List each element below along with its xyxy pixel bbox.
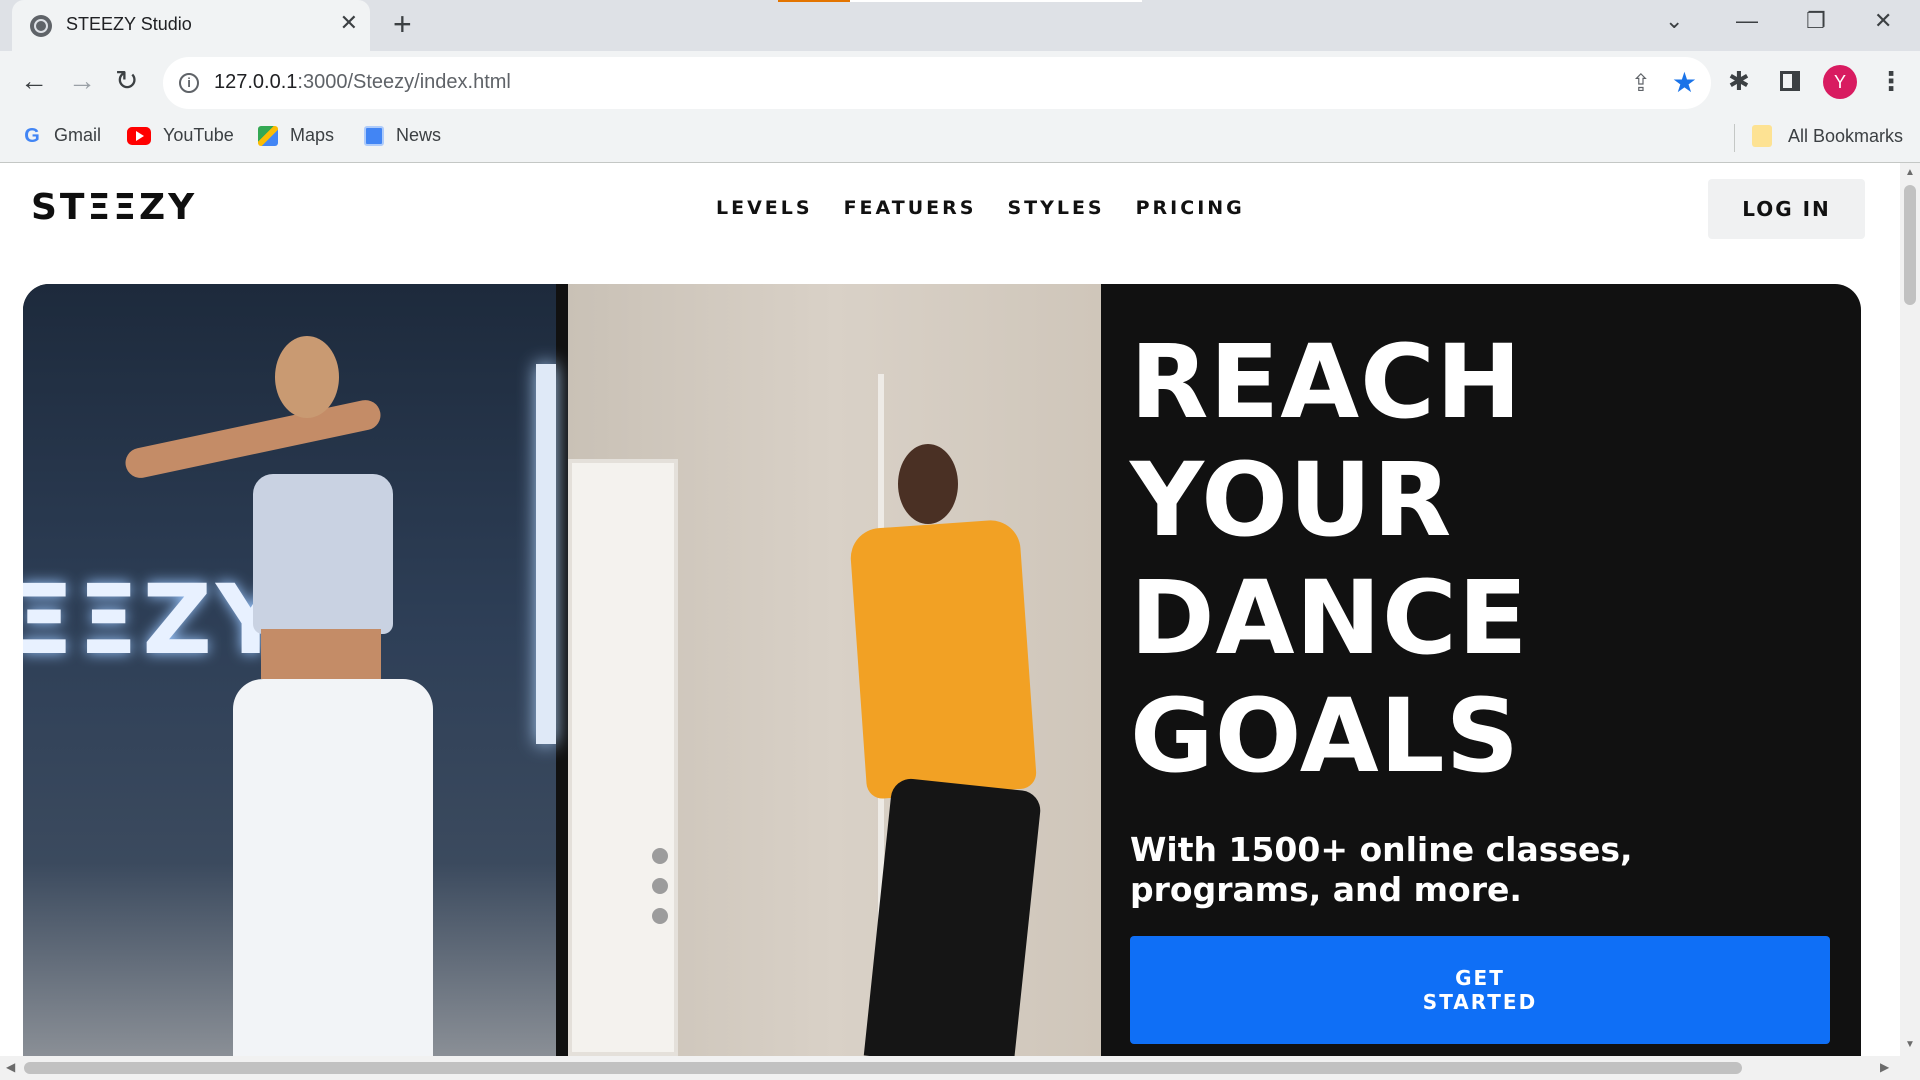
reload-icon[interactable]: ↻ <box>115 65 138 97</box>
url-host: 127.0.0.1 <box>214 71 298 93</box>
nav-link-pricing[interactable]: PRICING <box>1136 197 1245 219</box>
scroll-down-arrow-icon[interactable]: ▼ <box>1905 1039 1915 1050</box>
tab-title: STEEZY Studio <box>66 14 192 34</box>
tab-search-icon[interactable]: ⌄ <box>1665 8 1683 34</box>
nav-link-features[interactable]: FEATUERS <box>844 197 977 219</box>
dancer-torso <box>261 629 381 679</box>
url-text[interactable]: 127.0.0.1:3000/Steezy/index.html <box>214 71 511 94</box>
browser-toolbar: ← → ↻ i 127.0.0.1:3000/Steezy/index.html… <box>0 51 1920 114</box>
share-icon[interactable]: ⇪ <box>1631 69 1651 98</box>
dancer-shirt <box>848 518 1038 800</box>
new-tab-button[interactable]: + <box>393 8 412 40</box>
page-viewport: STΞΞZY LEVELS FEATUERS STYLES PRICING LO… <box>0 163 1900 1056</box>
window-close-icon[interactable]: ✕ <box>1874 8 1892 34</box>
side-panel-icon[interactable] <box>1780 71 1800 91</box>
bookmark-gmail[interactable]: G Gmail <box>22 125 101 146</box>
bookmark-label: Gmail <box>54 125 102 145</box>
bookmark-youtube[interactable]: YouTube <box>127 125 234 146</box>
restore-icon[interactable]: ❐ <box>1806 8 1826 34</box>
scroll-up-arrow-icon[interactable]: ▲ <box>1905 167 1915 178</box>
hero-headline: REACH YOUR DANCE GOALS <box>1130 323 1529 796</box>
dancer-top <box>253 474 393 634</box>
site-info-icon[interactable]: i <box>179 73 199 93</box>
all-bookmarks-label: All Bookmarks <box>1788 125 1904 146</box>
folder-icon <box>1752 125 1772 147</box>
horizontal-scroll-thumb[interactable] <box>24 1062 1742 1074</box>
door-knob <box>652 908 668 924</box>
bookmark-label: YouTube <box>163 125 234 145</box>
hero-video-home[interactable] <box>568 284 1101 1056</box>
get-started-button[interactable]: GET STARTED <box>1130 936 1830 1044</box>
dancer-head <box>275 336 339 418</box>
scroll-left-arrow-icon[interactable]: ◀ <box>6 1060 15 1074</box>
news-icon <box>364 125 384 146</box>
loading-progress-track <box>850 0 1142 2</box>
door-hinge <box>652 878 668 894</box>
minimize-icon[interactable]: — <box>1736 8 1758 34</box>
login-button[interactable]: LOG IN <box>1708 179 1865 239</box>
hero-video-studio[interactable]: ΞΞZY <box>23 284 556 1056</box>
hero-subheadline: With 1500+ online classes, programs, and… <box>1130 830 1633 909</box>
bookmark-maps[interactable]: Maps <box>258 125 334 146</box>
url-path: :3000/Steezy/index.html <box>297 71 511 93</box>
horizontal-scrollbar[interactable]: ◀ ▶ <box>0 1056 1920 1080</box>
bookmarks-divider <box>1734 124 1735 152</box>
hero-section: ΞΞZY REACH YOUR DANCE GOALS With 1500+ o… <box>23 284 1861 1056</box>
profile-avatar[interactable]: Y <box>1823 65 1857 99</box>
bookmarks-bar: G Gmail YouTube Maps News All Bookmarks <box>0 114 1920 163</box>
active-tab[interactable]: STEEZY Studio ✕ <box>12 0 370 51</box>
studio-light <box>536 364 556 744</box>
site-nav: LEVELS FEATUERS STYLES PRICING <box>716 197 1245 219</box>
tab-close-icon[interactable]: ✕ <box>340 11 358 35</box>
vertical-scrollbar[interactable]: ▲ ▼ <box>1900 163 1920 1056</box>
hero-copy: REACH YOUR DANCE GOALS With 1500+ online… <box>1130 324 1830 1044</box>
door-hinge <box>652 848 668 864</box>
scroll-right-arrow-icon[interactable]: ▶ <box>1880 1060 1889 1074</box>
cta-label-line1: GET <box>1455 966 1505 990</box>
all-bookmarks-button[interactable]: All Bookmarks <box>1752 125 1903 147</box>
bookmark-news[interactable]: News <box>364 125 441 146</box>
cta-label-line2: STARTED <box>1422 990 1538 1014</box>
door <box>568 459 678 1056</box>
dancer-pants <box>863 776 1043 1056</box>
tab-strip: STEEZY Studio ✕ + ⌄ — ❐ ✕ <box>0 0 1920 51</box>
dancer-arm <box>122 397 384 481</box>
bookmark-label: News <box>396 125 442 145</box>
youtube-icon <box>127 126 151 145</box>
dancer-pants <box>233 679 433 1056</box>
maps-icon <box>258 125 278 146</box>
extensions-icon[interactable]: ✱ <box>1728 66 1750 97</box>
dancer-figure <box>828 444 1048 1056</box>
site-logo[interactable]: STΞΞZY <box>31 187 197 228</box>
back-icon[interactable]: ← <box>20 65 48 97</box>
dancer-head <box>898 444 958 524</box>
bookmark-label: Maps <box>290 125 335 145</box>
google-icon: G <box>24 124 40 147</box>
bookmark-star-icon[interactable]: ★ <box>1672 66 1697 99</box>
dancer-figure <box>122 324 433 1056</box>
vertical-scroll-thumb[interactable] <box>1904 185 1916 305</box>
nav-link-styles[interactable]: STYLES <box>1007 197 1104 219</box>
loading-progress <box>778 0 850 2</box>
globe-icon <box>30 15 52 37</box>
browser-menu-icon[interactable]: ⋮ <box>1878 63 1904 99</box>
forward-icon[interactable]: → <box>68 65 96 97</box>
nav-link-levels[interactable]: LEVELS <box>716 197 813 219</box>
address-bar[interactable]: i 127.0.0.1:3000/Steezy/index.html ⇪ ★ <box>163 57 1711 109</box>
